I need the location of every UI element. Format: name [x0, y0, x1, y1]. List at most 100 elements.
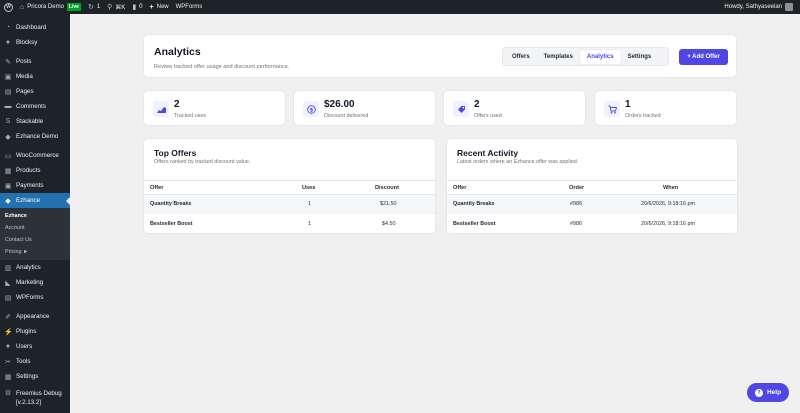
wpforms-link[interactable]: WPForms — [176, 4, 203, 10]
sidebar-item-media[interactable]: ▣ Media — [0, 69, 70, 84]
offer-name: Quantity Breaks — [150, 201, 192, 207]
command-search-link[interactable]: ⚲ ⌘K — [107, 3, 125, 11]
blocksy-icon: ● — [5, 39, 11, 46]
media-icon: ▣ — [4, 73, 12, 81]
updates-link[interactable]: ↻ 1 — [88, 3, 100, 11]
stackable-icon: S — [5, 118, 11, 125]
submenu-item-contact-us[interactable]: Contact Us — [0, 234, 70, 246]
table-row: Bestseller Boost 1 $4.50 — [144, 214, 435, 233]
sidebar-item-dashboard[interactable]: ◔ Dashboard — [0, 20, 70, 35]
sidebar-item-stackable[interactable]: S Stackable — [0, 114, 70, 129]
woo-icon: ▭ — [4, 152, 12, 160]
sidebar-item-comments[interactable]: ▬ Comments — [0, 99, 70, 114]
dollar-icon: $ — [303, 101, 319, 117]
stat-card-discount-delivered: $ $26.00 Discount delivered — [293, 90, 436, 126]
sidebar-item-woocommerce[interactable]: ▭ WooCommerce — [0, 148, 70, 163]
pages-icon: ▤ — [4, 88, 12, 96]
stat-label: Offers used — [474, 113, 502, 119]
sidebar-item-tools[interactable]: ✂ Tools — [0, 354, 70, 369]
offer-name: Bestseller Boost — [150, 220, 193, 227]
activity-when: 20/6/2026, 9:18:16 pm — [641, 220, 695, 227]
refresh-icon: ↻ — [87, 4, 94, 11]
account-menu[interactable]: Howdy, Sathyaseelan — [724, 0, 793, 14]
sidebar-item-ezhance-demo[interactable]: ◆ Ezhance Demo — [0, 129, 70, 144]
add-offer-button[interactable]: + Add Offer — [679, 49, 728, 65]
sidebar-item-settings[interactable]: ▦ Settings — [0, 369, 70, 384]
sidebar-item-marketing[interactable]: ◣ Marketing — [0, 275, 70, 290]
cart-icon — [604, 101, 620, 117]
new-content-link[interactable]: + New — [150, 4, 169, 11]
howdy-text: Howdy, Sathyaseelan — [724, 4, 782, 10]
activity-order[interactable]: #986 — [570, 195, 582, 213]
admin-sidebar: ◔ Dashboard ● Blocksy ✎ Posts ▣ Media ▤ Pages… — [0, 14, 70, 413]
sidebar-item-posts[interactable]: ✎ Posts — [0, 54, 70, 69]
command-shortcut: ⌘K — [115, 4, 126, 11]
section-subtitle: Latest orders where an Ezhance offer was… — [457, 159, 579, 165]
column-header-offer: Offer — [150, 184, 164, 191]
column-header-offer: Offer — [453, 184, 467, 191]
main-content: Analytics Review tracked offer usage and… — [80, 24, 792, 413]
page-title: Analytics — [154, 46, 201, 58]
ezhance-icon: ◆ — [5, 197, 11, 205]
updates-count: 1 — [96, 4, 101, 10]
megaphone-icon: ◣ — [5, 279, 11, 287]
svg-text:$: $ — [309, 107, 313, 113]
avatar — [785, 3, 793, 11]
sidebar-item-analytics[interactable]: ▥ Analytics — [0, 260, 70, 275]
activity-offer: Quantity Breaks — [453, 201, 495, 207]
site-name-link[interactable]: ⌂ Pricora Demo Live — [20, 3, 81, 11]
payments-icon: ▣ — [4, 182, 12, 190]
submenu-item-account[interactable]: Account — [0, 222, 70, 234]
wordpress-logo-icon[interactable]: W — [0, 2, 13, 12]
pin-icon: ✎ — [5, 58, 11, 66]
section-title: Recent Activity — [457, 148, 519, 158]
top-offers-card: Top Offers Offers ranked by tracked disc… — [143, 138, 436, 234]
ezhance-icon: ◆ — [5, 133, 11, 141]
wpforms-label: WPForms — [175, 4, 203, 10]
table-header: Offer Order When — [447, 180, 737, 195]
sidebar-item-ezhance[interactable]: ◆ Ezhance — [0, 193, 70, 208]
column-header-when: When — [663, 184, 679, 191]
sidebar-item-users[interactable]: ● Users — [0, 339, 70, 354]
sidebar-item-products[interactable]: ▦ Products — [0, 163, 70, 178]
page-subtitle: Review tracked offer usage and discount … — [154, 64, 290, 70]
tab-offers[interactable]: Offers — [505, 50, 537, 64]
stat-value: 1 — [625, 99, 631, 110]
user-icon: ● — [5, 343, 11, 350]
products-icon: ▦ — [4, 167, 12, 175]
stat-value: 2 — [474, 99, 480, 110]
offer-discount: $21.50 — [380, 201, 397, 207]
stat-card-orders-tracked: 1 Orders tracked — [594, 90, 737, 126]
sidebar-item-plugins[interactable]: ⚡ Plugins — [0, 324, 70, 339]
section-title: Top Offers — [154, 148, 197, 158]
activity-order[interactable]: #986 — [570, 214, 582, 233]
tag-icon — [453, 101, 469, 117]
tab-settings[interactable]: Settings — [621, 50, 659, 64]
sidebar-item-payments[interactable]: ▣ Payments — [0, 178, 70, 193]
table-header: Offer Uses Discount — [144, 180, 435, 195]
stat-label: Orders tracked — [625, 113, 661, 119]
sidebar-item-appearance[interactable]: ✐ Appearance — [0, 309, 70, 324]
activity-when: 20/6/2026, 9:18:16 pm — [641, 201, 695, 207]
recent-activity-card: Recent Activity Latest orders where an E… — [446, 138, 738, 234]
sidebar-item-wpforms[interactable]: ▤ WPForms — [0, 290, 70, 305]
help-button[interactable]: ? Help — [747, 383, 789, 402]
page-tabs: Offers Templates Analytics Settings — [502, 47, 669, 66]
submenu-item-ezhance[interactable]: Ezhance — [0, 210, 70, 222]
sidebar-item-pages[interactable]: ▤ Pages — [0, 84, 70, 99]
sidebar-item-blocksy[interactable]: ● Blocksy — [0, 35, 70, 50]
stat-card-tracked-uses: 2 Tracked uses — [143, 90, 286, 126]
tab-templates[interactable]: Templates — [537, 50, 580, 64]
column-header-order: Order — [569, 184, 585, 191]
sidebar-item-freemius-debug[interactable]: ⚙ Freemius Debug — [0, 388, 70, 398]
comments-link[interactable]: ▮ 0 — [132, 3, 142, 11]
analytics-header-card: Analytics Review tracked offer usage and… — [143, 34, 737, 78]
offer-discount: $4.50 — [382, 220, 396, 227]
tab-analytics[interactable]: Analytics — [579, 49, 621, 64]
chart-icon — [153, 101, 169, 117]
submenu-item-pricing[interactable]: Pricing ► — [0, 246, 70, 258]
analytics-icon: ▥ — [4, 264, 12, 272]
wrench-icon: ✂ — [5, 358, 11, 366]
search-icon: ⚲ — [107, 4, 113, 11]
plus-icon: + — [149, 3, 154, 11]
